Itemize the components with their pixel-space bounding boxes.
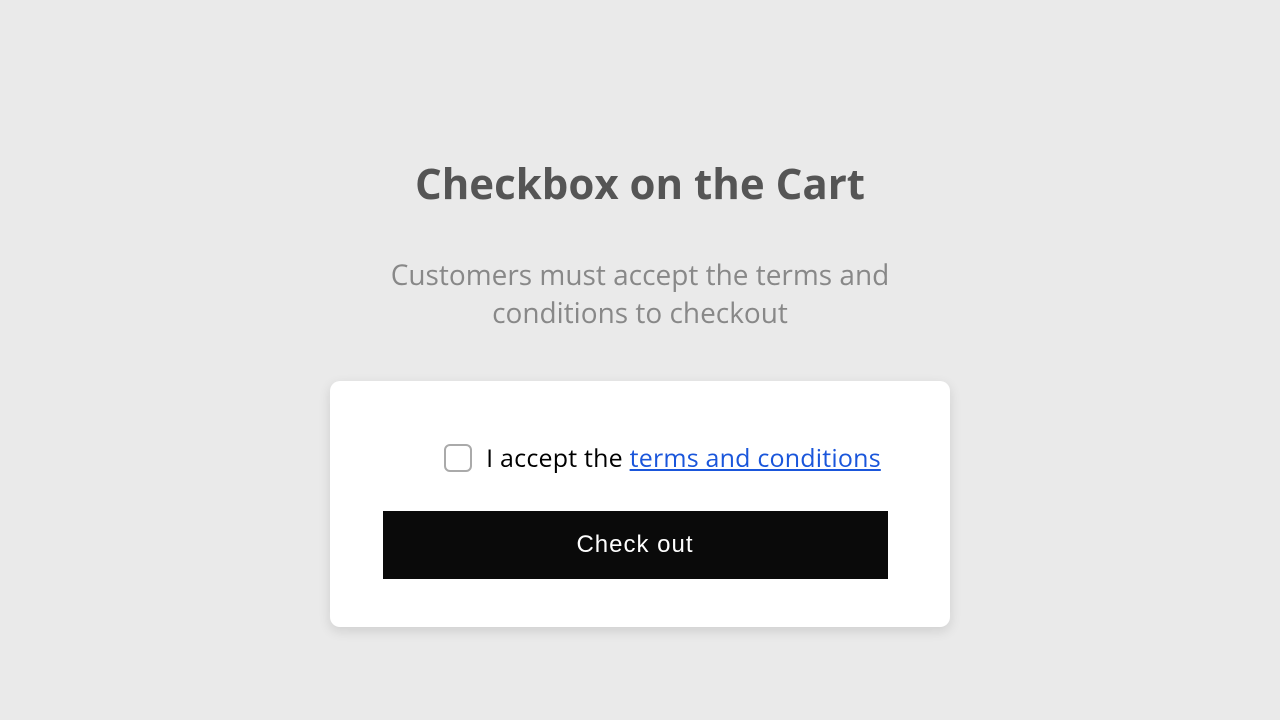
terms-label: I accept the terms and conditions bbox=[486, 441, 881, 475]
page-heading: Checkbox on the Cart bbox=[415, 155, 865, 212]
terms-checkbox-row: I accept the terms and conditions bbox=[385, 441, 895, 475]
page-subheading: Customers must accept the terms and cond… bbox=[360, 257, 920, 333]
checkout-button[interactable]: Check out bbox=[383, 511, 888, 579]
terms-prefix-text: I accept the bbox=[486, 441, 629, 475]
checkout-card: I accept the terms and conditions Check … bbox=[330, 381, 950, 627]
terms-checkbox[interactable] bbox=[444, 444, 472, 472]
terms-link[interactable]: terms and conditions bbox=[630, 441, 881, 475]
